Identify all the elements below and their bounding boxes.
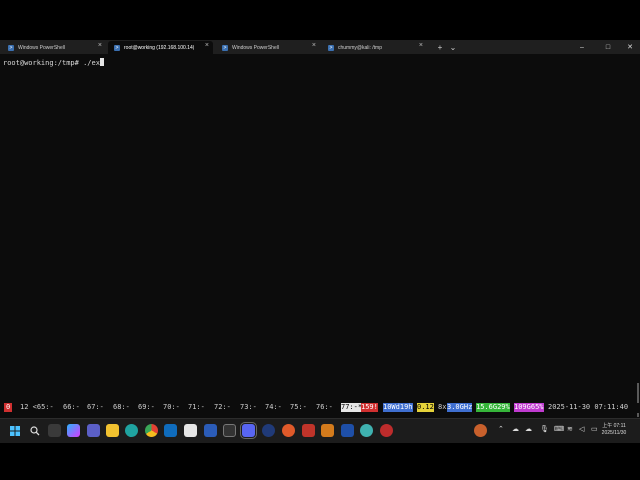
store-icon[interactable] (184, 424, 197, 437)
powershell-icon: > (222, 44, 228, 51)
close-button[interactable]: ✕ (620, 40, 640, 54)
window-list-item[interactable]: 66:- (63, 403, 80, 412)
window-list-item[interactable]: 72:- (214, 403, 231, 412)
taskbar: ⌃ ☁ ☁ 🎙 ⌨ ≋ ◁ ▭ 上午 07:11 2025/11/30 (0, 418, 640, 443)
cpu-count: 8x (438, 403, 447, 411)
close-icon[interactable]: × (205, 42, 209, 49)
clock-time: 上午 07:11 (602, 423, 626, 429)
tab-bar: > Windows PowerShell × > root@working (1… (0, 40, 640, 54)
disk-indicator: 109G65% (514, 403, 544, 412)
window-list-item[interactable]: 71:- (188, 403, 205, 412)
command-line: root@working:/tmp# ./ex (3, 58, 104, 67)
app-icon[interactable] (282, 424, 295, 437)
teams-icon[interactable] (87, 424, 100, 437)
shell-prompt: root@working:/tmp# (3, 59, 84, 67)
tab-dropdown-button[interactable]: ⌄ (447, 40, 459, 54)
microphone-icon[interactable]: 🎙 (540, 425, 549, 433)
window-list-item[interactable]: 70:- (163, 403, 180, 412)
datetime-indicator: 2025-11-30 07:11:40 (548, 403, 629, 411)
terminal-window: > Windows PowerShell × > root@working (1… (0, 40, 640, 418)
new-tab-button[interactable]: + (434, 40, 446, 54)
outlook-icon[interactable] (164, 424, 177, 437)
wifi-icon[interactable]: ≋ (567, 425, 573, 433)
input-method-icon[interactable]: ⌨ (554, 425, 564, 433)
browser-icon[interactable] (380, 424, 393, 437)
close-icon[interactable]: × (312, 42, 316, 49)
ide-icon[interactable] (341, 424, 354, 437)
close-icon[interactable]: × (419, 42, 423, 49)
ai-icon[interactable] (321, 424, 334, 437)
tab-label: chummy@kali: /tmp (338, 44, 382, 51)
load-indicator: 0.12 (417, 403, 434, 412)
linux-terminal-icon: > (328, 44, 334, 51)
powershell-icon: > (8, 44, 14, 51)
power-icon[interactable] (262, 424, 275, 437)
tmux-status-bar: 0 12 <65:- 66:- 67:- 68:- 69:- 70:- 71:-… (0, 403, 640, 413)
window-list-item[interactable]: 68:- (113, 403, 130, 412)
taskbar-clock[interactable]: 上午 07:11 2025/11/30 (596, 423, 632, 437)
memory-indicator: 15.6G29% (476, 403, 510, 412)
close-icon[interactable]: × (98, 42, 102, 49)
file-explorer-icon[interactable] (106, 424, 119, 437)
minimize-button[interactable]: – (572, 40, 592, 54)
task-view-icon[interactable] (48, 424, 61, 437)
volume-icon[interactable]: ◁ (579, 425, 584, 433)
tab-label: Windows PowerShell (18, 44, 65, 51)
discord-icon[interactable] (240, 422, 257, 439)
git-icon[interactable] (302, 424, 315, 437)
cpu-freq-indicator: 3.0GHz (447, 403, 473, 412)
edge-icon[interactable] (125, 424, 138, 437)
window-list-item[interactable]: 75:- (290, 403, 307, 412)
window-list-item[interactable]: 76:- (316, 403, 333, 412)
terminal-icon[interactable] (223, 424, 236, 437)
clock-date: 2025/11/30 (601, 430, 627, 436)
window-list-item[interactable]: 12 <65:- (20, 403, 54, 412)
network-icon[interactable]: ☁ (512, 425, 519, 433)
tab-chummy-kali[interactable]: > chummy@kali: /tmp × (322, 41, 427, 54)
tab-root-working[interactable]: > root@working (192.168.100.14( × (108, 41, 213, 54)
windows-start-icon[interactable] (8, 424, 21, 437)
cloud-icon[interactable]: ☁ (525, 425, 532, 433)
settings-icon[interactable] (474, 424, 487, 437)
calculator-icon[interactable] (360, 424, 373, 437)
word-icon[interactable] (204, 424, 217, 437)
window-list-item[interactable]: 67:- (87, 403, 104, 412)
tab-windows-powershell-2[interactable]: > Windows PowerShell × (216, 41, 320, 54)
chevron-up-icon[interactable]: ⌃ (498, 425, 504, 433)
terminal-output[interactable]: root@working:/tmp# ./ex (0, 54, 640, 417)
text-cursor (99, 58, 104, 66)
tab-label: root@working (192.168.100.14( (124, 44, 195, 51)
session-badge: 0 (4, 403, 13, 412)
alert-window-item[interactable]: 159! (361, 403, 378, 412)
chrome-icon[interactable] (145, 424, 158, 437)
typed-command: ./ex (83, 59, 100, 67)
uptime-indicator: 10Wd19h (383, 403, 413, 412)
current-window-item[interactable]: 77:-* (341, 403, 363, 412)
tab-label: Windows PowerShell (232, 44, 279, 51)
tab-windows-powershell-1[interactable]: > Windows PowerShell × (2, 41, 106, 54)
search-icon[interactable] (28, 424, 41, 437)
window-list-item[interactable]: 73:- (240, 403, 257, 412)
linux-terminal-icon: > (114, 44, 120, 51)
window-list-item[interactable]: 69:- (138, 403, 155, 412)
copilot-icon[interactable] (67, 424, 80, 437)
maximize-button[interactable]: □ (598, 40, 618, 54)
window-list-item[interactable]: 74:- (265, 403, 282, 412)
